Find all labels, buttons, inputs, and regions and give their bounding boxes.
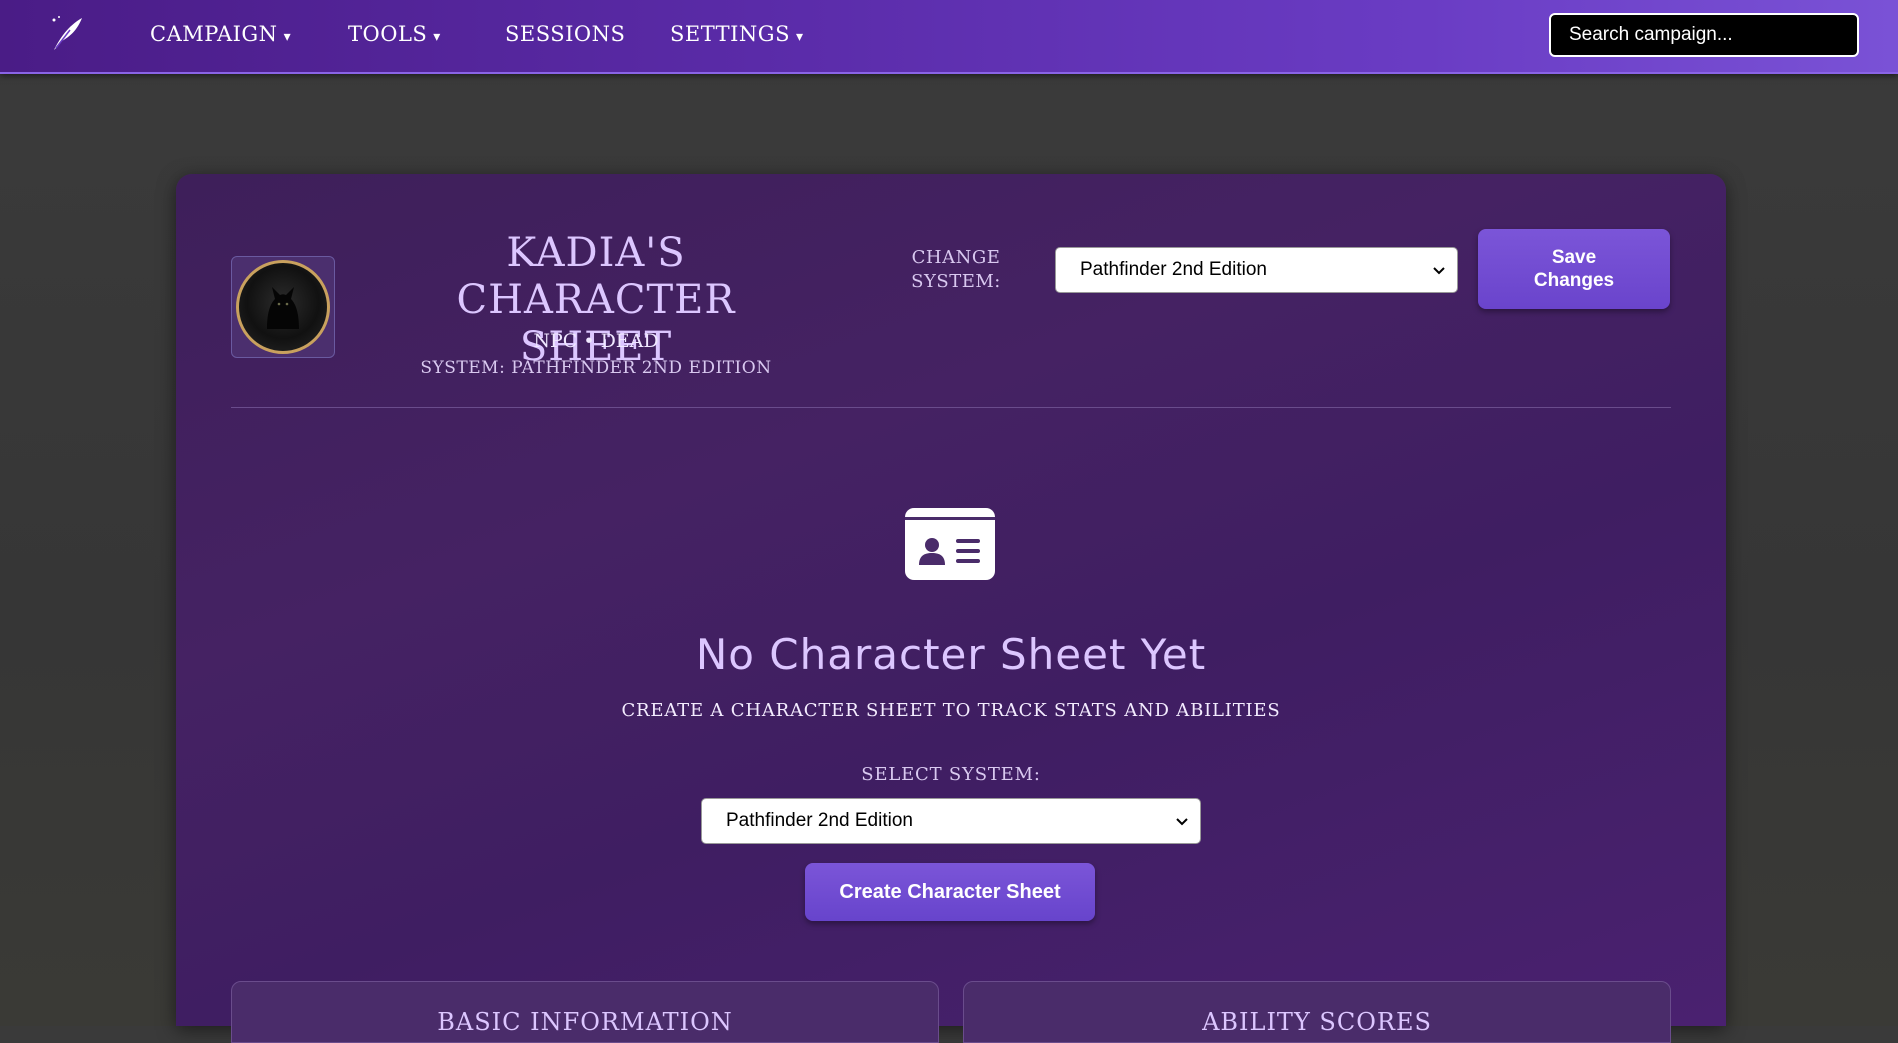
nav-campaign-label: CAMPAIGN: [150, 22, 278, 46]
section-ability-scores-label: ABILITY SCORES: [1202, 1008, 1432, 1036]
chevron-down-icon: ▾: [433, 29, 441, 45]
section-ability-scores: ABILITY SCORES: [963, 981, 1671, 1043]
nav-sessions[interactable]: SESSIONS: [505, 22, 625, 46]
section-basic-information-label: BASIC INFORMATION: [437, 1008, 733, 1036]
nav-settings-label: SETTINGS: [670, 22, 790, 46]
avatar: [236, 260, 330, 354]
select-system-label: SELECT SYSTEM:: [861, 764, 1041, 785]
chevron-down-icon: ▾: [795, 29, 804, 45]
save-changes-label: Save Changes: [1533, 247, 1615, 291]
chevron-down-icon: [1176, 813, 1188, 829]
save-changes-button[interactable]: Save Changes: [1478, 229, 1670, 309]
change-system-label: CHANGE SYSTEM:: [911, 247, 1001, 292]
id-card-icon: [904, 507, 996, 581]
cat-portrait-icon: [267, 287, 299, 329]
select-system-dropdown[interactable]: Pathfinder 2nd Edition: [701, 798, 1201, 844]
top-navbar: CAMPAIGN ▾ TOOLS ▾ SESSIONS SETTINGS ▾: [0, 0, 1898, 74]
chevron-down-icon: [1433, 262, 1445, 278]
create-character-sheet-button[interactable]: Create Character Sheet: [805, 863, 1095, 921]
avatar-frame[interactable]: [231, 256, 335, 358]
nav-sessions-label: SESSIONS: [505, 22, 626, 46]
nav-tools[interactable]: TOOLS ▾: [348, 22, 441, 46]
header-divider: [231, 407, 1671, 408]
search-input[interactable]: [1549, 13, 1859, 57]
nav-campaign[interactable]: CAMPAIGN ▾: [150, 22, 291, 46]
nav-tools-label: TOOLS: [348, 22, 428, 46]
empty-state-title: No Character Sheet Yet: [695, 630, 1207, 679]
character-sheet-panel: KADIA'S CHARACTER SHEET NPC • DEAD SYSTE…: [176, 174, 1726, 1043]
select-system-value: Pathfinder 2nd Edition: [726, 810, 913, 831]
change-system-value: Pathfinder 2nd Edition: [1080, 259, 1267, 280]
quill-feather-icon[interactable]: [44, 12, 88, 56]
character-status: NPC • DEAD: [533, 330, 659, 352]
nav-settings[interactable]: SETTINGS ▾: [670, 22, 803, 46]
create-character-sheet-label: Create Character Sheet: [839, 880, 1061, 903]
empty-state-description: CREATE A CHARACTER SHEET TO TRACK STATS …: [621, 700, 1281, 721]
change-system-select[interactable]: Pathfinder 2nd Edition: [1055, 247, 1458, 293]
section-basic-information: BASIC INFORMATION: [231, 981, 939, 1043]
system-line: SYSTEM: PATHFINDER 2ND EDITION: [420, 358, 772, 378]
chevron-down-icon: ▾: [283, 29, 292, 45]
